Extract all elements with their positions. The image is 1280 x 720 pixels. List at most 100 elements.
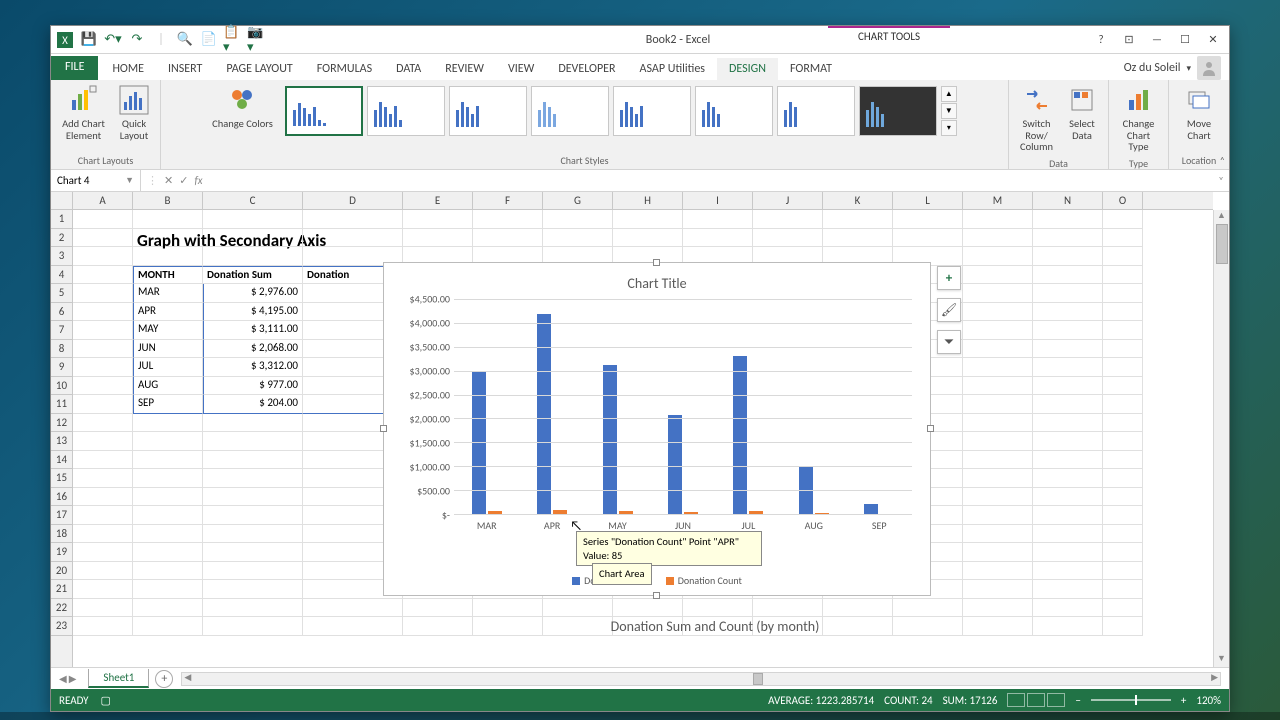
cell[interactable]	[403, 210, 473, 229]
cell[interactable]	[1033, 469, 1103, 488]
cell[interactable]	[1103, 284, 1143, 303]
cell[interactable]	[73, 562, 133, 581]
cell[interactable]	[1103, 358, 1143, 377]
redo-icon[interactable]: ↷	[127, 30, 147, 50]
row-header[interactable]: 5	[51, 284, 72, 303]
cell[interactable]: Donation Sum	[203, 266, 303, 285]
cell[interactable]	[203, 525, 303, 544]
name-box-dropdown-icon[interactable]: ▼	[125, 175, 134, 186]
col-header[interactable]: A	[73, 192, 133, 209]
cell[interactable]	[543, 229, 613, 248]
cell[interactable]	[133, 432, 203, 451]
chart-style-3[interactable]	[449, 86, 527, 136]
cell[interactable]: SEP	[133, 395, 203, 414]
cell[interactable]	[1103, 229, 1143, 248]
cell[interactable]	[203, 543, 303, 562]
cell[interactable]	[73, 469, 133, 488]
cell[interactable]	[1103, 562, 1143, 581]
cell[interactable]: $ 4,195.00	[203, 303, 303, 322]
cell[interactable]	[963, 543, 1033, 562]
quick-layout-button[interactable]: Quick Layout	[114, 82, 154, 143]
chart-style-4[interactable]	[531, 86, 609, 136]
cell[interactable]	[403, 229, 473, 248]
cell[interactable]	[963, 599, 1033, 618]
cell[interactable]	[613, 599, 683, 618]
cell[interactable]	[73, 303, 133, 322]
cell[interactable]	[1103, 340, 1143, 359]
cell[interactable]	[893, 599, 963, 618]
tab-asap[interactable]: ASAP Utilities	[628, 58, 717, 80]
worksheet-grid[interactable]: ABCDEFGHIJKLMNO 123456789101112131415161…	[51, 192, 1229, 667]
cell[interactable]	[73, 340, 133, 359]
cell[interactable]	[963, 506, 1033, 525]
cell[interactable]	[963, 562, 1033, 581]
name-box[interactable]: Chart 4 ▼	[51, 170, 141, 191]
cell[interactable]	[1033, 247, 1103, 266]
cell[interactable]	[73, 432, 133, 451]
change-chart-type-button[interactable]: Change Chart Type	[1115, 82, 1162, 155]
cell[interactable]	[1033, 395, 1103, 414]
fx-icon[interactable]: fx	[194, 174, 202, 187]
cell[interactable]	[683, 229, 753, 248]
cell[interactable]	[73, 358, 133, 377]
form-icon[interactable]: 📋▾	[223, 30, 243, 50]
cell[interactable]	[73, 451, 133, 470]
cell[interactable]: APR	[133, 303, 203, 322]
help-icon[interactable]: ?	[1089, 30, 1113, 50]
col-header[interactable]: L	[893, 192, 963, 209]
row-header[interactable]: 16	[51, 488, 72, 507]
cell[interactable]	[133, 580, 203, 599]
minimize-icon[interactable]: —	[1145, 30, 1169, 50]
cell[interactable]	[73, 488, 133, 507]
cell[interactable]	[683, 210, 753, 229]
tab-page-layout[interactable]: PAGE LAYOUT	[214, 58, 304, 80]
cell[interactable]	[203, 414, 303, 433]
cell[interactable]	[893, 210, 963, 229]
chart-style-1[interactable]	[285, 86, 363, 136]
row-header[interactable]: 12	[51, 414, 72, 433]
cell[interactable]	[133, 562, 203, 581]
tab-insert[interactable]: INSERT	[156, 58, 214, 80]
col-header[interactable]: E	[403, 192, 473, 209]
row-header[interactable]: 7	[51, 321, 72, 340]
zoom-level[interactable]: 120%	[1196, 694, 1221, 707]
expand-formula-bar-icon[interactable]: ˅	[1213, 174, 1229, 187]
cell[interactable]	[133, 469, 203, 488]
cell[interactable]	[963, 321, 1033, 340]
cell[interactable]	[963, 580, 1033, 599]
maximize-icon[interactable]: ☐	[1173, 30, 1197, 50]
col-header[interactable]: I	[683, 192, 753, 209]
cell[interactable]	[543, 599, 613, 618]
zoom-in-icon[interactable]: +	[1181, 694, 1186, 707]
cell[interactable]	[1033, 617, 1103, 636]
cell[interactable]	[1033, 562, 1103, 581]
cell[interactable]	[133, 599, 203, 618]
cell[interactable]	[1033, 229, 1103, 248]
row-header[interactable]: 14	[51, 451, 72, 470]
cell[interactable]: $ 3,111.00	[203, 321, 303, 340]
new-file-icon[interactable]: 📄	[199, 30, 219, 50]
cell[interactable]	[73, 599, 133, 618]
zoom-slider[interactable]	[1091, 699, 1171, 701]
chart-legend[interactable]: Donation Sum Donation Count	[384, 574, 930, 587]
cell[interactable]	[73, 229, 133, 248]
formula-input[interactable]	[209, 170, 1213, 191]
undo-icon[interactable]: ↶▾	[103, 30, 123, 50]
row-header[interactable]: 20	[51, 562, 72, 581]
accept-formula-icon[interactable]: ✓	[179, 174, 188, 187]
gallery-more-icon[interactable]: ▾	[941, 120, 957, 136]
cell[interactable]	[1103, 451, 1143, 470]
col-header[interactable]: J	[753, 192, 823, 209]
cell[interactable]	[963, 266, 1033, 285]
cell[interactable]	[963, 469, 1033, 488]
tab-home[interactable]: HOME	[100, 58, 156, 80]
cell[interactable]	[1033, 580, 1103, 599]
row-header[interactable]: 17	[51, 506, 72, 525]
cell[interactable]	[133, 247, 203, 266]
page-layout-view-icon[interactable]	[1027, 693, 1045, 707]
collapse-ribbon-icon[interactable]: ˄	[1220, 154, 1225, 167]
cell[interactable]	[403, 617, 473, 636]
cell[interactable]	[963, 414, 1033, 433]
cell[interactable]	[1033, 340, 1103, 359]
cell[interactable]	[1033, 525, 1103, 544]
